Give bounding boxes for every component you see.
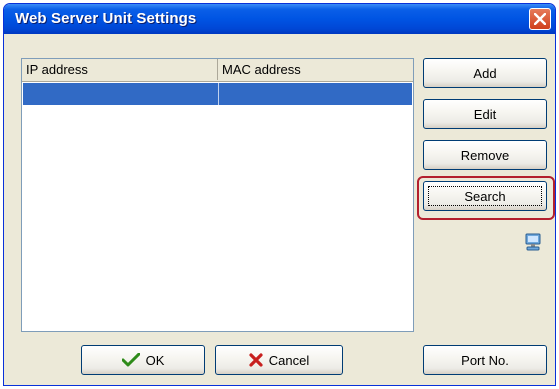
web-server-unit-settings-dialog: Web Server Unit Settings IP address MAC …	[3, 3, 556, 386]
column-label: MAC address	[222, 62, 301, 77]
column-header-mac-address[interactable]: MAC address	[218, 59, 414, 80]
add-button[interactable]: Add	[423, 58, 547, 88]
remove-button[interactable]: Remove	[423, 140, 547, 170]
ok-button-label: OK	[145, 352, 165, 368]
x-icon	[249, 353, 263, 367]
list-row-selected[interactable]	[23, 83, 412, 105]
edit-button[interactable]: Edit	[423, 99, 547, 129]
row-column-divider	[218, 83, 219, 105]
network-computer-icon	[525, 233, 541, 251]
port-number-button[interactable]: Port No.	[423, 345, 547, 375]
add-button-label: Add	[473, 65, 497, 81]
cancel-button-label: Cancel	[268, 352, 310, 368]
close-button[interactable]	[529, 8, 551, 30]
focus-rectangle	[428, 186, 542, 206]
column-label: IP address	[26, 62, 88, 77]
close-icon	[534, 13, 546, 25]
port-number-button-label: Port No.	[461, 352, 509, 368]
ok-button[interactable]: OK	[81, 345, 205, 375]
remove-button-label: Remove	[460, 147, 510, 163]
checkmark-icon	[121, 353, 140, 367]
cancel-button[interactable]: Cancel	[215, 345, 343, 375]
edit-button-label: Edit	[473, 106, 497, 122]
web-server-list[interactable]: IP address MAC address	[21, 58, 414, 332]
window-title: Web Server Unit Settings	[15, 10, 197, 27]
column-header-ip-address[interactable]: IP address	[22, 59, 218, 80]
search-button[interactable]: Search	[423, 181, 547, 211]
title-bar[interactable]: Web Server Unit Settings	[4, 4, 555, 34]
list-header: IP address MAC address	[22, 59, 413, 82]
